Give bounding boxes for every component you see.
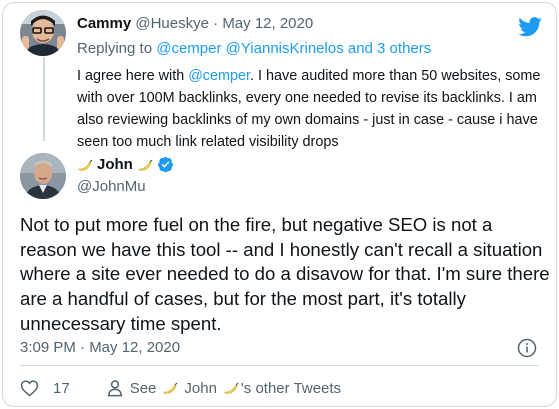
avatar-cammy[interactable] xyxy=(20,10,66,56)
header-separator: · xyxy=(213,15,219,32)
replying-targets-link[interactable]: @cemper @YiannisKrinelos and 3 others xyxy=(156,40,431,57)
see-other-tweets-link[interactable]: See John 's other Tweets xyxy=(106,379,341,397)
banana-emoji-icon xyxy=(138,159,153,171)
footer-divider xyxy=(20,365,539,366)
heart-icon xyxy=(20,380,39,397)
banana-emoji-icon xyxy=(164,382,178,394)
see-prefix: See xyxy=(129,379,157,397)
replying-prefix: Replying to xyxy=(77,40,153,57)
see-suffix: 's other Tweets xyxy=(240,379,342,397)
see-name: John xyxy=(184,379,217,397)
main-handle[interactable]: @JohnMu xyxy=(77,178,146,195)
avatar-john[interactable] xyxy=(20,153,66,199)
parent-display-name[interactable]: Cammy xyxy=(77,15,131,32)
main-timestamp[interactable]: 3:09 PM · May 12, 2020 xyxy=(20,339,180,356)
parent-tweet-text: I agree here with @cemper. I have audite… xyxy=(77,65,547,153)
mention-link[interactable]: @cemper xyxy=(188,68,250,84)
thread-connector-line xyxy=(43,57,45,141)
tweet-embed-card: Cammy @Hueskye · May 12, 2020 Replying t… xyxy=(2,2,557,407)
main-tweet-name-row[interactable]: John xyxy=(77,156,174,173)
verified-badge-icon xyxy=(157,156,173,173)
parent-date[interactable]: May 12, 2020 xyxy=(222,15,313,32)
main-display-name[interactable]: John xyxy=(97,156,133,173)
parent-text-before: I agree here with xyxy=(77,68,189,84)
replying-to-line: Replying to @cemper @YiannisKrinelos and… xyxy=(77,40,431,57)
like-count: 17 xyxy=(53,379,70,397)
tweet-footer: 17 See John 's other Tweets xyxy=(20,378,341,398)
main-tweet-text: Not to put more fuel on the fire, but ne… xyxy=(20,214,550,334)
like-button[interactable]: 17 xyxy=(20,379,70,397)
twitter-logo-icon[interactable] xyxy=(518,17,542,37)
banana-emoji-icon xyxy=(78,159,93,171)
parent-handle[interactable]: @Hueskye xyxy=(135,15,209,32)
user-icon xyxy=(107,380,122,397)
parent-tweet-header: Cammy @Hueskye · May 12, 2020 xyxy=(77,15,313,32)
info-icon[interactable] xyxy=(517,338,537,358)
banana-emoji-icon xyxy=(224,382,239,394)
